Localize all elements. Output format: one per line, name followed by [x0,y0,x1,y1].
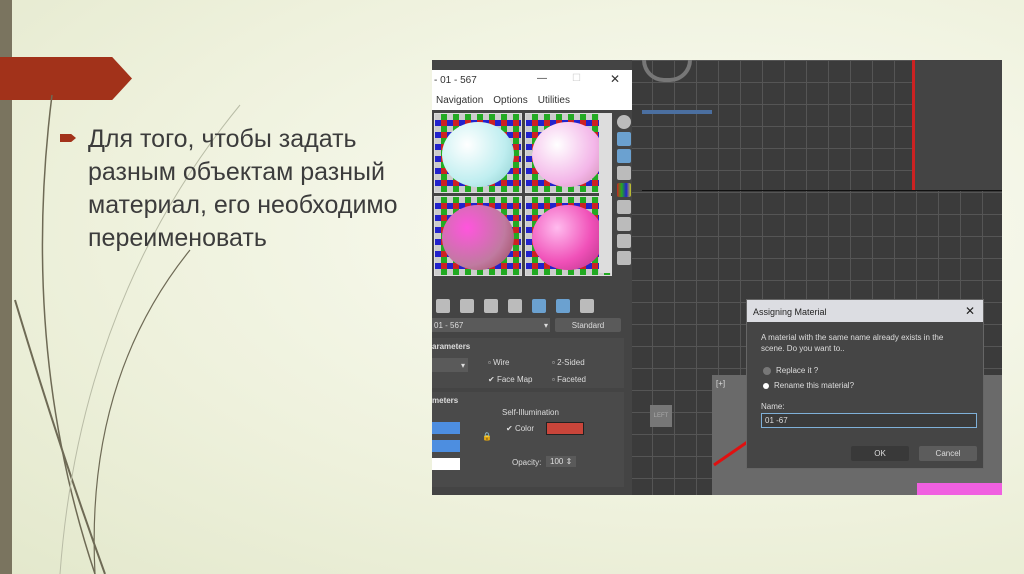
material-navigator-icon[interactable] [617,251,631,265]
decorative-curves [14,94,241,574]
samples-scrollbar[interactable] [599,113,611,273]
self-illum-color-swatch[interactable] [546,422,584,435]
cancel-button[interactable]: Cancel [919,446,977,461]
assigning-material-dialog: Assigning Material ✕ A material with the … [746,299,984,469]
minimize-button[interactable]: — [537,73,547,84]
maximize-button[interactable]: ☐ [572,73,581,84]
background-icon[interactable] [617,149,631,163]
ambient-swatch[interactable] [432,422,460,434]
replace-radio[interactable]: Replace it ? [763,366,818,375]
opacity-label: Opacity: [512,458,542,467]
viewcube-ring [642,60,692,82]
opacity-spinner[interactable]: 100 ⇕ [546,456,577,467]
select-by-material-icon[interactable] [617,234,631,248]
ok-button[interactable]: OK [851,446,909,461]
rename-radio[interactable]: Rename this material? [763,381,854,390]
material-editor: - 01 - 567 — ☐ ✕ Navigation Options Util… [432,60,632,495]
bullet-text: Для того, чтобы задать разным объектам р… [88,125,398,252]
face-map-checkbox[interactable]: ✔ Face Map [488,375,533,384]
sample-slot[interactable] [434,196,522,276]
menu-utilities[interactable]: Utilities [538,95,570,106]
material-editor-titlebar: - 01 - 567 — ☐ ✕ Navigation Options Util… [432,70,632,110]
bottom-toolbar [434,296,596,316]
shader-dropdown[interactable]: ▾ [432,358,468,372]
viewport-line [642,110,712,114]
pink-object [917,483,1002,495]
name-label: Name: [761,402,785,411]
dialog-titlebar: Assigning Material ✕ [747,300,983,322]
put-to-library-icon[interactable] [484,299,498,313]
specular-swatch[interactable] [432,458,460,470]
section-title: arameters [432,342,471,351]
uv-tiling-icon[interactable] [617,166,631,180]
show-in-viewport-icon[interactable] [532,299,546,313]
wire-checkbox[interactable]: ▫ Wire [488,358,510,367]
video-color-check-icon[interactable] [617,183,631,197]
options-icon[interactable] [617,217,631,231]
section-title: meters [432,396,459,405]
dialog-message: A material with the same name already ex… [761,333,944,353]
name-input[interactable]: 01 -67 [761,413,977,428]
self-illum-color-checkbox[interactable]: ✔ Color [506,424,534,433]
menu-navigation[interactable]: Navigation [436,95,483,106]
backlight-icon[interactable] [617,132,631,146]
show-end-result-icon[interactable] [556,299,570,313]
window-title: - 01 - 567 [434,75,477,86]
material-name-dropdown[interactable]: 01 - 567 ▾ [432,318,550,332]
go-to-parent-icon[interactable] [580,299,594,313]
viewport-horizon [642,190,1002,191]
screenshot: [+] LEFT - 01 - 567 — ☐ ✕ Navigation Opt… [432,60,1002,495]
viewport-object [912,60,1002,190]
close-button[interactable]: ✕ [610,72,620,86]
sample-type-icon[interactable] [617,115,631,129]
side-toolbar [615,112,633,268]
viewport-label: [+] [716,379,726,388]
dialog-close-button[interactable]: ✕ [965,304,975,318]
make-preview-icon[interactable] [617,200,631,214]
basic-parameters: meters 🔒 Self-Illumination ✔ Color Opaci… [432,392,624,487]
reset-map-icon[interactable] [460,299,474,313]
diffuse-swatch[interactable] [432,440,460,452]
assign-material-icon[interactable] [436,299,450,313]
material-id-icon[interactable] [508,299,522,313]
dialog-title: Assigning Material [753,307,827,317]
two-sided-checkbox[interactable]: ▫ 2-Sided [552,358,585,367]
material-type-button[interactable]: Standard [555,318,621,332]
material-name: 01 - 567 [434,321,464,330]
faceted-checkbox[interactable]: ▫ Faceted [552,375,586,384]
sample-slots [434,113,612,276]
shader-basic-parameters: arameters ▾ ▫ Wire ▫ 2-Sided ✔ Face Map … [432,338,624,388]
sample-slot[interactable] [434,113,522,193]
viewcube[interactable]: LEFT [650,405,672,427]
self-illum-label: Self-Illumination [502,408,559,417]
menu-options[interactable]: Options [493,95,527,106]
lock-icon[interactable]: 🔒 [482,432,492,441]
